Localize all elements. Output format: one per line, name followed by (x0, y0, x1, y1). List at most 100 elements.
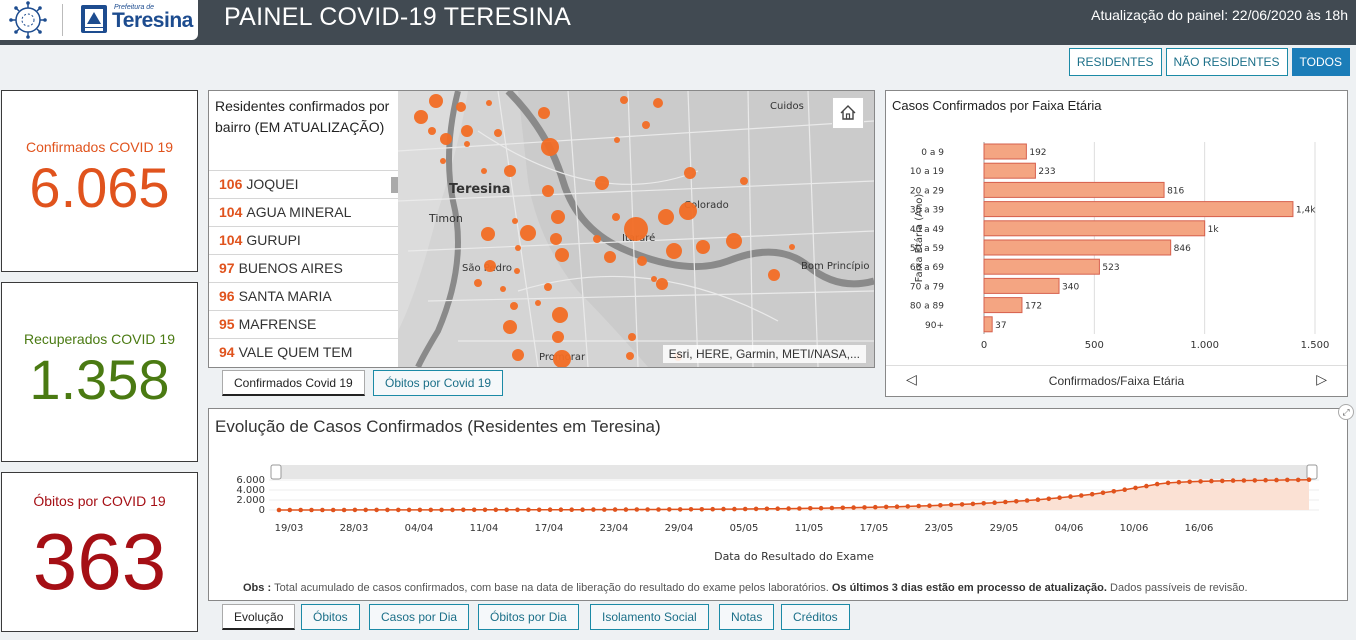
evo-point[interactable] (602, 507, 607, 512)
evo-point[interactable] (547, 507, 553, 512)
evo-point[interactable] (894, 504, 900, 509)
evo-point[interactable] (797, 506, 802, 511)
evo-point[interactable] (504, 507, 510, 513)
evo-point[interactable] (406, 507, 412, 513)
evo-point[interactable] (526, 507, 531, 513)
evo-point[interactable] (471, 507, 477, 513)
evo-point[interactable] (1165, 480, 1171, 486)
evo-point[interactable] (287, 507, 293, 513)
evo-point[interactable] (298, 507, 303, 513)
next-arrow-icon[interactable]: ▷ (1316, 371, 1327, 388)
evo-point[interactable] (981, 501, 986, 506)
list-item[interactable]: 95 MAFRENSE (209, 310, 398, 338)
evo-point[interactable] (482, 507, 488, 513)
tab-confirmados-covid[interactable]: Confirmados Covid 19 (222, 370, 365, 396)
evo-point[interactable] (656, 507, 661, 512)
evo-point[interactable] (905, 504, 911, 509)
tab-obitos[interactable]: Óbitos (301, 604, 360, 630)
evo-point[interactable] (1003, 499, 1008, 505)
evo-point[interactable] (742, 506, 748, 512)
evo-point[interactable] (450, 507, 455, 513)
evo-point[interactable] (536, 507, 542, 513)
evo-point[interactable] (515, 507, 520, 513)
evo-point[interactable] (341, 507, 347, 513)
evo-point[interactable] (1306, 477, 1312, 482)
age-chart[interactable]: Faixa Etária (Ano) 0 500 1.000 1.5000 a 9 19… (886, 121, 1349, 366)
range-slider-track[interactable] (271, 465, 1317, 479)
evo-point[interactable] (927, 503, 932, 508)
evo-point[interactable] (1209, 478, 1214, 484)
evo-point[interactable] (363, 507, 368, 513)
evo-point[interactable] (1220, 478, 1225, 484)
evo-point[interactable] (569, 507, 574, 512)
evo-point[interactable] (721, 506, 726, 512)
filter-nao-residentes-button[interactable]: NÃO RESIDENTES (1165, 48, 1288, 76)
evo-point[interactable] (829, 505, 835, 511)
evo-point[interactable] (558, 507, 564, 512)
tab-obitos-por-dia[interactable]: Óbitos por Dia (478, 604, 579, 630)
list-scrollbar[interactable] (391, 177, 398, 193)
evo-point[interactable] (1187, 479, 1192, 485)
evo-point[interactable] (612, 507, 618, 512)
evo-point[interactable] (417, 507, 423, 513)
range-slider-handle[interactable] (270, 464, 282, 480)
evo-point[interactable] (1133, 485, 1138, 491)
range-slider-handle[interactable] (1306, 464, 1318, 480)
evo-point[interactable] (623, 507, 629, 512)
evo-point[interactable] (330, 507, 336, 513)
evo-point[interactable] (1089, 491, 1095, 497)
age-bar[interactable] (983, 258, 1100, 275)
list-item[interactable]: 94 VALE QUEM TEM (209, 338, 398, 366)
evo-point[interactable] (461, 507, 466, 513)
evo-point[interactable] (1144, 483, 1149, 489)
evo-point[interactable] (808, 506, 813, 511)
evo-point[interactable] (851, 505, 856, 510)
evo-point[interactable] (970, 501, 976, 507)
evo-point[interactable] (840, 505, 846, 511)
filter-residentes-button[interactable]: RESIDENTES (1068, 48, 1162, 76)
map-attribution[interactable]: Esri, HERE, Garmin, METI/NASA,... (662, 345, 866, 363)
evo-point[interactable] (786, 506, 791, 511)
evo-point[interactable] (1111, 489, 1117, 494)
evo-point[interactable] (732, 506, 737, 512)
evo-point[interactable] (276, 507, 282, 513)
evo-point[interactable] (1274, 477, 1279, 483)
evo-point[interactable] (883, 504, 889, 510)
evo-point[interactable] (645, 507, 650, 512)
age-bar[interactable] (983, 201, 1294, 218)
tab-casos-por-dia[interactable]: Casos por Dia (369, 604, 470, 630)
evo-point[interactable] (1285, 477, 1290, 483)
evo-point[interactable] (959, 502, 965, 507)
age-bar[interactable] (983, 220, 1206, 237)
evo-point[interactable] (1057, 495, 1062, 500)
evo-point[interactable] (493, 507, 499, 513)
evo-point[interactable] (309, 507, 314, 513)
map-home-button[interactable] (832, 97, 864, 129)
evo-point[interactable] (753, 506, 759, 512)
list-item[interactable]: 104 GURUPI (209, 226, 398, 254)
filter-todos-button[interactable]: TODOS (1291, 48, 1350, 76)
evo-point[interactable] (862, 505, 867, 510)
evo-point[interactable] (1046, 496, 1052, 502)
evo-point[interactable] (428, 507, 434, 513)
list-item[interactable]: 106 JOQUEI (209, 170, 398, 198)
evo-point[interactable] (1014, 499, 1019, 504)
evo-point[interactable] (1122, 487, 1127, 492)
evo-point[interactable] (580, 507, 585, 512)
evo-point[interactable] (1024, 498, 1030, 503)
evo-point[interactable] (775, 506, 780, 511)
tab-notas[interactable]: Notas (719, 604, 775, 630)
evo-point[interactable] (1154, 481, 1160, 487)
evo-point[interactable] (1176, 479, 1182, 485)
age-bar[interactable] (983, 143, 1027, 160)
evo-point[interactable] (1068, 494, 1073, 499)
evo-point[interactable] (320, 507, 325, 513)
evo-point[interactable] (818, 505, 824, 511)
evo-point[interactable] (1263, 477, 1268, 483)
evo-point[interactable] (385, 507, 390, 513)
evo-point[interactable] (916, 503, 921, 509)
evo-point[interactable] (677, 507, 683, 512)
evo-point[interactable] (1079, 493, 1084, 498)
expand-icon[interactable]: ⤢ (1338, 404, 1354, 420)
map-view[interactable]: Cuidos Teresina Timon Colorado Itararé S… (398, 91, 874, 367)
